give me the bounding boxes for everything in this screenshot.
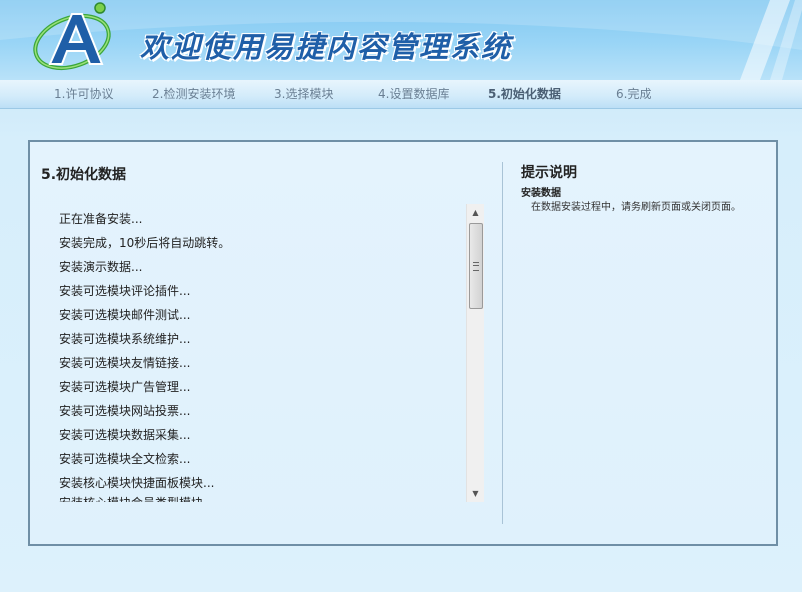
step-select-modules: 3.选择模块 <box>274 87 334 101</box>
step-database-settings: 4.设置数据库 <box>378 87 450 101</box>
log-line: 安装可选模块网站投票... <box>59 404 191 418</box>
letter-a-orbit-logo-icon <box>33 2 111 71</box>
hint-text: 在数据安装过程中，请务刷新页面或关闭页面。 <box>531 202 741 213</box>
log-line: 安装可选模块全文检索... <box>59 452 191 466</box>
install-steps-nav: 1.许可协议 2.检测安装环境 3.选择模块 4.设置数据库 5.初始化数据 6… <box>0 80 802 109</box>
app-title: 欢迎使用易捷内容管理系统 <box>140 30 513 64</box>
step-finish: 6.完成 <box>616 87 652 101</box>
log-line: 安装核心模块会员类型模块... <box>59 494 214 502</box>
panel-divider <box>502 162 503 524</box>
log-line: 安装核心模块快捷面板模块... <box>59 476 215 490</box>
log-line: 安装可选模块友情链接... <box>59 356 191 370</box>
log-line: 安装演示数据... <box>59 260 143 274</box>
scroll-down-arrow-icon[interactable]: ▼ <box>467 485 484 502</box>
log-line: 安装完成，10秒后将自动跳转。 <box>59 236 231 250</box>
hint-title: 提示说明 <box>521 165 577 181</box>
step-check-environment: 2.检测安装环境 <box>152 87 236 101</box>
log-line: 安装可选模块广告管理... <box>59 380 191 394</box>
install-log[interactable]: 正在准备安装... 安装完成，10秒后将自动跳转。 安装演示数据... 安装可选… <box>48 204 480 502</box>
log-scrollbar[interactable]: ▲ ▼ <box>466 204 484 502</box>
step-init-data: 5.初始化数据 <box>488 87 561 101</box>
header-banner: 欢迎使用易捷内容管理系统 <box>0 0 802 80</box>
hint-subtitle: 安装数据 <box>521 188 561 199</box>
log-line: 正在准备安装... <box>59 212 143 226</box>
log-line: 安装可选模块评论插件... <box>59 284 191 298</box>
step-license: 1.许可协议 <box>54 87 114 101</box>
install-panel: 5.初始化数据 正在准备安装... 安装完成，10秒后将自动跳转。 安装演示数据… <box>28 140 778 546</box>
scrollbar-thumb[interactable] <box>469 223 483 309</box>
log-line: 安装可选模块数据采集... <box>59 428 191 442</box>
scroll-up-arrow-icon[interactable]: ▲ <box>467 204 484 221</box>
log-line: 安装可选模块邮件测试... <box>59 308 191 322</box>
grip-icon <box>473 262 479 271</box>
log-line: 安装可选模块系统维护... <box>59 332 191 346</box>
section-title: 5.初始化数据 <box>41 167 127 183</box>
